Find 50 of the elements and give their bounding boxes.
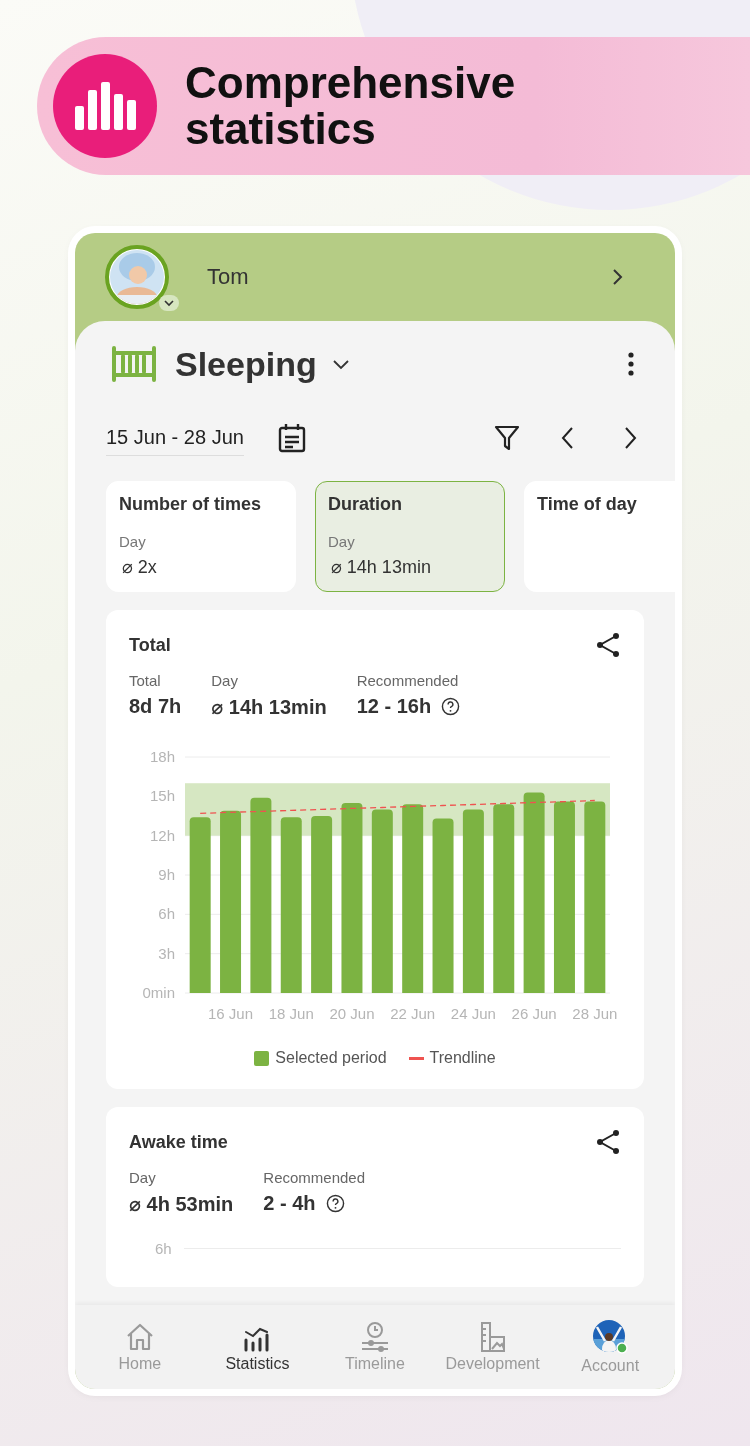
more-icon[interactable]: [628, 352, 634, 376]
stat-value: ⌀ 4h 53min: [129, 1192, 234, 1216]
stat-value: ⌀ 14h 13min: [211, 695, 327, 719]
clock-slider-icon: [359, 1321, 391, 1353]
metric-tab[interactable]: Duration Day ⌀ 14h 13min: [315, 481, 505, 592]
axis-label: 18h: [149, 748, 175, 765]
help-icon[interactable]: [441, 697, 461, 716]
nav-item[interactable]: Statistics: [202, 1321, 313, 1373]
axis-label: 6h: [158, 905, 175, 923]
stat-value: 8d 7h: [129, 695, 182, 718]
axis-label: 12h: [149, 826, 175, 844]
card-title: Awake time: [129, 1131, 228, 1153]
metric-tab[interactable]: Number of times Day ⌀ 2x: [106, 481, 296, 592]
axis-label: 15h: [149, 787, 175, 805]
filter-icon[interactable]: [494, 424, 520, 452]
child-name: Tom: [207, 264, 250, 290]
calendar-icon[interactable]: [277, 423, 306, 453]
stat-label: Recommended: [356, 672, 460, 689]
share-icon[interactable]: [595, 632, 621, 658]
stat-label: Total: [129, 672, 162, 689]
share-icon[interactable]: [595, 1129, 621, 1155]
bar-chart-icon: [53, 54, 157, 158]
axis-label: 22 Jun: [390, 1005, 436, 1022]
axis-label: 16 Jun: [208, 1005, 254, 1022]
axis-label: 6h: [155, 1240, 172, 1257]
card-title: Total: [129, 634, 171, 656]
axis-label: 3h: [158, 944, 175, 962]
stat-label: Day: [129, 1169, 157, 1186]
legend-label: Trendline: [429, 1049, 496, 1067]
legend-swatch: [254, 1050, 270, 1066]
stat-label: Day: [211, 672, 239, 689]
axis-label: 20 Jun: [329, 1005, 375, 1022]
stat-value: 2 - 4h: [263, 1192, 316, 1215]
help-icon[interactable]: [325, 1194, 345, 1213]
stat-value: 12 - 16h: [356, 695, 432, 718]
banner-title: Comprehensive statistics: [185, 60, 517, 152]
crib-icon: [111, 346, 157, 382]
legend-label: Selected period: [275, 1049, 387, 1067]
axis-label: 9h: [158, 866, 175, 883]
axis-label: 0min: [142, 984, 175, 1001]
legend-swatch: [408, 1056, 424, 1060]
axis-label: 26 Jun: [511, 1005, 557, 1022]
axis-label: 24 Jun: [450, 1005, 496, 1022]
stat-label: Recommended: [263, 1169, 365, 1186]
date-range[interactable]: 15 Jun - 28 Jun: [106, 420, 244, 456]
category-title[interactable]: Sleeping: [175, 344, 317, 384]
caret-icon[interactable]: [159, 295, 179, 311]
metric-tab[interactable]: Time of day: [524, 481, 675, 592]
axis-label: 28 Jun: [572, 1005, 618, 1022]
axis-label: 18 Jun: [268, 1005, 314, 1022]
